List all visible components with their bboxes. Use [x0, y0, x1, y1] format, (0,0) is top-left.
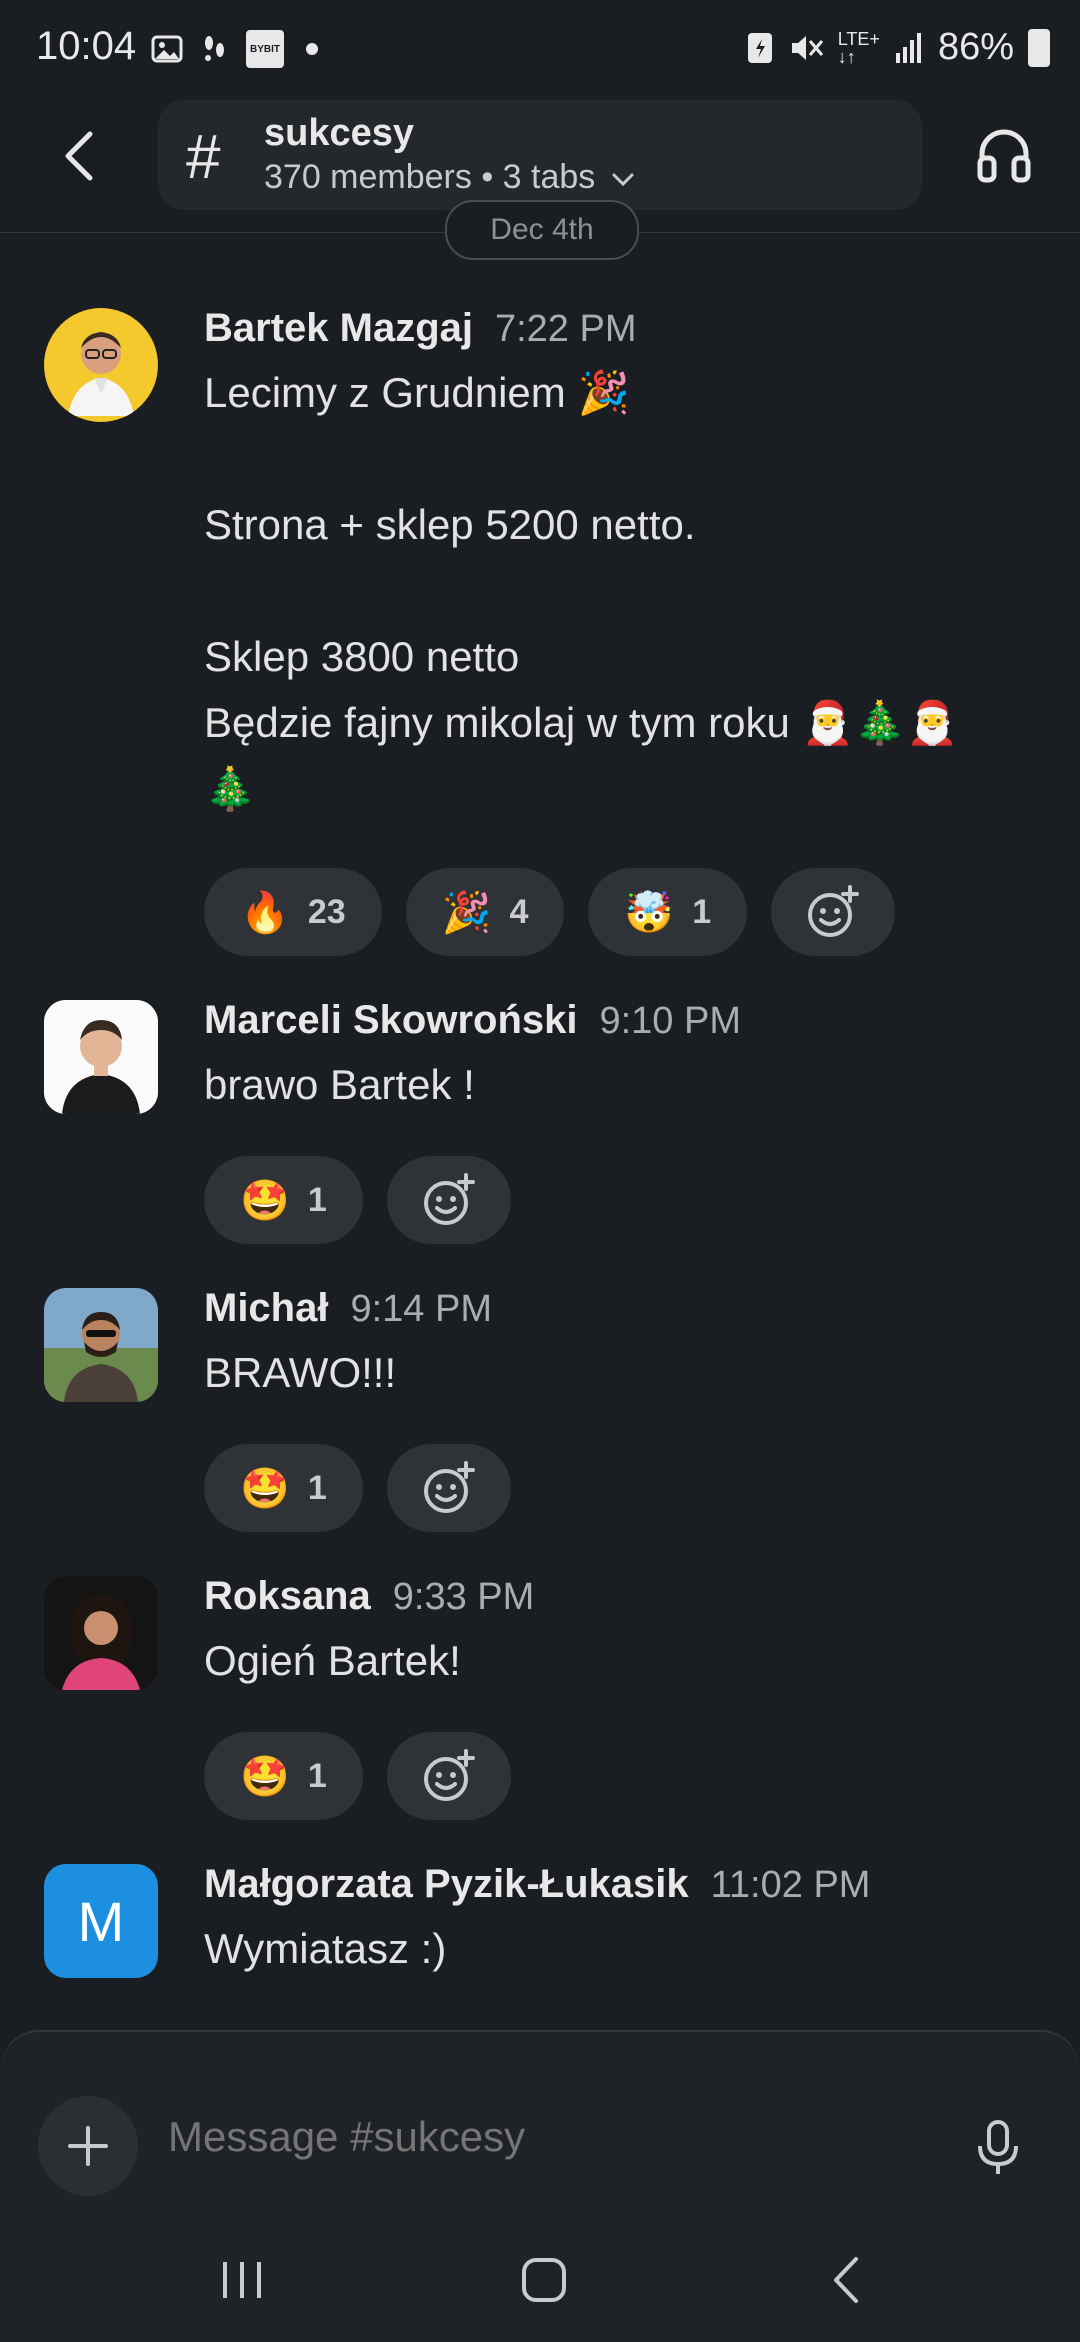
add-emoji-icon [808, 885, 860, 937]
battery-saver-icon [747, 32, 772, 63]
message-text: brawo Bartek ! [204, 1061, 475, 1108]
reaction-count: 1 [692, 892, 712, 931]
home-icon [522, 2258, 566, 2302]
add-reaction-button[interactable] [771, 868, 896, 956]
party-popper-emoji-icon: 🎉 [441, 890, 492, 935]
android-navigation-bar [0, 2220, 1080, 2340]
reactions-bar: 🤩 1 [204, 1156, 511, 1244]
bybit-app-icon: BYBIT [246, 30, 284, 68]
status-time: 10:04 [36, 24, 137, 68]
avatar[interactable] [44, 308, 158, 422]
reactions-bar: 🔥 23 🎉 4 🤯 1 [204, 868, 896, 956]
star-struck-emoji-icon: 🤩 [240, 1178, 290, 1223]
message-text: BRAWO!!! [204, 1349, 397, 1396]
mute-icon [791, 35, 823, 60]
add-emoji-icon [423, 1749, 475, 1801]
reactions-bar: 🤩 1 [204, 1732, 511, 1820]
chevron-down-icon [611, 158, 635, 197]
date-divider[interactable]: Dec 4th [445, 200, 639, 260]
battery-percent: 86% [937, 26, 1014, 68]
message-author[interactable]: Bartek Mazgaj 7:22 PM [204, 306, 637, 351]
reaction-chip[interactable]: 🤩 1 [204, 1732, 363, 1820]
gallery-icon [150, 32, 184, 66]
notification-icons: BYBIT [150, 30, 318, 68]
hash-icon: # [186, 123, 221, 192]
reaction-chip[interactable]: 🤯 1 [588, 868, 748, 956]
battery-icon [1028, 28, 1050, 67]
reaction-count: 1 [307, 1756, 327, 1795]
signal-icon [895, 32, 921, 63]
footprints-icon [198, 32, 232, 66]
reaction-count: 1 [307, 1468, 327, 1507]
message-author[interactable]: Roksana 9:33 PM [204, 1574, 534, 1619]
back-button[interactable] [52, 126, 112, 186]
message-author[interactable]: Marceli Skowroński 9:10 PM [204, 998, 741, 1043]
star-struck-emoji-icon: 🤩 [240, 1754, 290, 1799]
message-author[interactable]: Michał 9:14 PM [204, 1286, 492, 1331]
avatar[interactable] [44, 1576, 158, 1690]
reaction-count: 23 [307, 892, 346, 931]
voice-message-button[interactable] [970, 2118, 1026, 2178]
reactions-bar: 🤩 1 [204, 1444, 511, 1532]
avatar[interactable] [44, 1000, 158, 1114]
message-time: 11:02 PM [710, 1864, 871, 1906]
message-time: 9:14 PM [350, 1288, 493, 1330]
fire-emoji-icon: 🔥 [240, 890, 290, 935]
network-type: LTE+ ↓↑ [837, 28, 880, 67]
plus-icon [68, 2126, 108, 2166]
message-text: Wymiatasz :) [204, 1925, 447, 1972]
add-reaction-button[interactable] [386, 1156, 511, 1244]
reaction-chip[interactable]: 🤩 1 [204, 1156, 363, 1244]
message-time: 7:22 PM [494, 308, 637, 350]
channel-meta: 370 members • 3 tabs [264, 158, 635, 197]
chevron-left-icon [834, 2257, 858, 2303]
add-reaction-button[interactable] [386, 1444, 511, 1532]
add-emoji-icon [423, 1461, 475, 1513]
reaction-count: 4 [509, 892, 529, 931]
reaction-chip[interactable]: 🎉 4 [405, 868, 565, 956]
recent-apps-button[interactable] [202, 2250, 282, 2310]
message-text: Ogień Bartek! [204, 1637, 461, 1684]
avatar[interactable] [44, 1288, 158, 1402]
nav-back-button[interactable] [806, 2250, 886, 2310]
message-time: 9:10 PM [599, 1000, 742, 1042]
headphones-icon [977, 129, 1031, 183]
home-button[interactable] [504, 2250, 584, 2310]
message-text: Lecimy z Grudniem 🎉 Strona + sklep 5200 … [204, 369, 959, 812]
system-status-icons: LTE+ ↓↑ 86% [746, 26, 1050, 69]
reaction-chip[interactable]: 🔥 23 [204, 868, 382, 956]
status-bar: 10:04 BYBIT LTE+ ↓↑ 86% [0, 0, 1080, 100]
add-reaction-button[interactable] [386, 1732, 511, 1820]
channel-info-button[interactable]: # sukcesy 370 members • 3 tabs [158, 100, 922, 210]
message-input[interactable] [166, 2112, 930, 2162]
mind-blown-emoji-icon: 🤯 [624, 890, 675, 935]
attach-button[interactable] [38, 2096, 138, 2196]
message-author[interactable]: Małgorzata Pyzik-Łukasik 11:02 PM [204, 1862, 870, 1907]
reaction-count: 1 [307, 1180, 327, 1219]
arrow-left-icon [65, 131, 93, 181]
microphone-icon [978, 2120, 1018, 2174]
huddle-headphones-button[interactable] [972, 122, 1036, 186]
recent-apps-icon [223, 2262, 261, 2298]
more-notifications-dot [306, 43, 318, 55]
reaction-chip[interactable]: 🤩 1 [204, 1444, 363, 1532]
channel-name: sukcesy [264, 112, 415, 154]
message-time: 9:33 PM [392, 1576, 535, 1618]
star-struck-emoji-icon: 🤩 [240, 1466, 290, 1511]
add-emoji-icon [423, 1173, 475, 1225]
avatar[interactable]: M [44, 1864, 158, 1978]
